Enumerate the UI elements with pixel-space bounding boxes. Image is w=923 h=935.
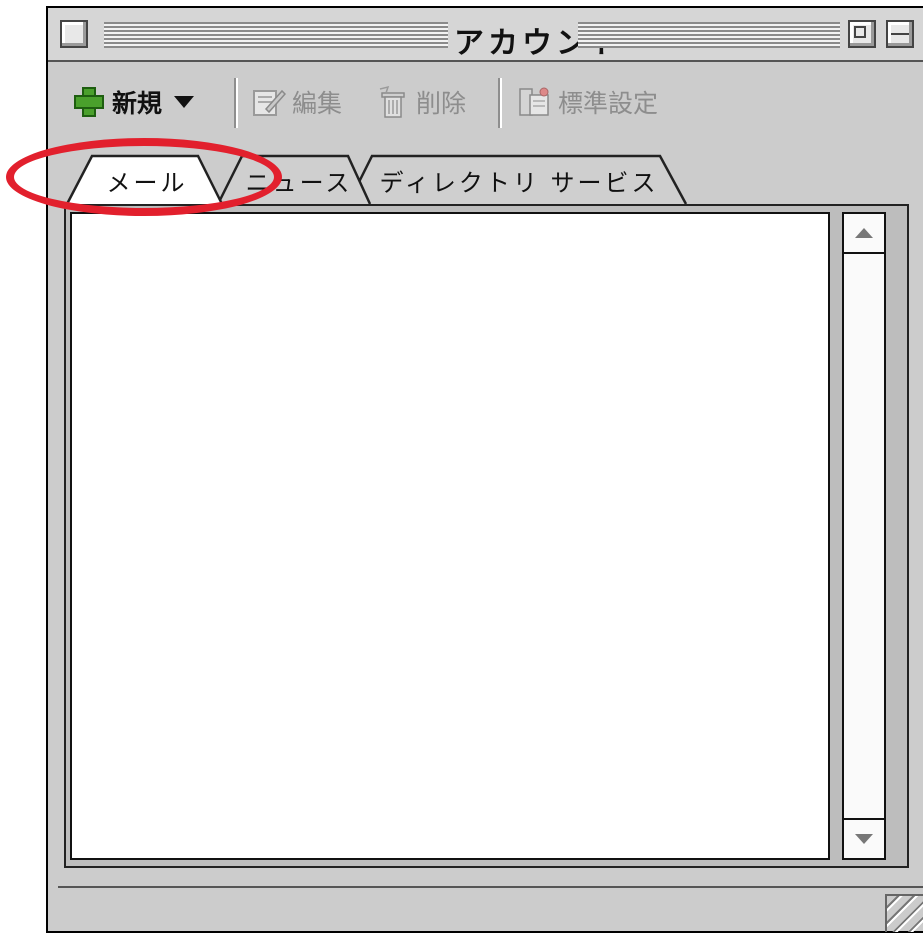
scroll-down-arrow-icon[interactable]	[844, 818, 884, 858]
account-list[interactable]	[70, 212, 830, 860]
default-setting-icon	[518, 85, 552, 119]
toolbar-divider	[234, 78, 236, 128]
trash-icon	[376, 85, 410, 119]
delete-button[interactable]: 削除	[376, 82, 466, 122]
edit-button[interactable]: 編集	[252, 82, 342, 122]
account-type-tabs: メール ニュース ディレクトリ サービス	[48, 154, 923, 206]
edit-label: 編集	[292, 89, 343, 118]
window-footer	[58, 886, 923, 932]
plus-icon	[72, 85, 106, 119]
tab-directory-services[interactable]: ディレクトリ サービス	[374, 158, 664, 202]
toolbar: 新規 編集 削除 標準設定	[58, 72, 923, 134]
new-button[interactable]: 新規	[72, 82, 195, 122]
tab-mail[interactable]: メール	[92, 158, 202, 202]
set-default-label: 標準設定	[558, 89, 659, 118]
tab-news[interactable]: ニュース	[244, 158, 354, 202]
zoom-box-button[interactable]	[848, 20, 876, 48]
delete-label: 削除	[416, 89, 467, 118]
new-label: 新規	[112, 89, 163, 118]
close-box-button[interactable]	[60, 20, 88, 48]
scroll-up-arrow-icon[interactable]	[844, 214, 884, 254]
title-bar-stripes	[104, 22, 448, 48]
title-bar[interactable]: アカウント	[48, 8, 923, 62]
title-bar-stripes	[578, 22, 840, 48]
accounts-window: アカウント 新規 編集 削除 標準設定 メール ニュース ディレクトリ サービス	[46, 6, 923, 933]
vertical-scrollbar[interactable]	[842, 212, 886, 860]
toolbar-divider	[498, 78, 500, 128]
resize-grip-icon[interactable]	[885, 894, 923, 932]
collapse-box-button[interactable]	[886, 20, 914, 48]
chevron-down-icon[interactable]	[174, 96, 195, 108]
set-default-button[interactable]: 標準設定	[518, 82, 658, 122]
edit-icon	[252, 85, 287, 119]
